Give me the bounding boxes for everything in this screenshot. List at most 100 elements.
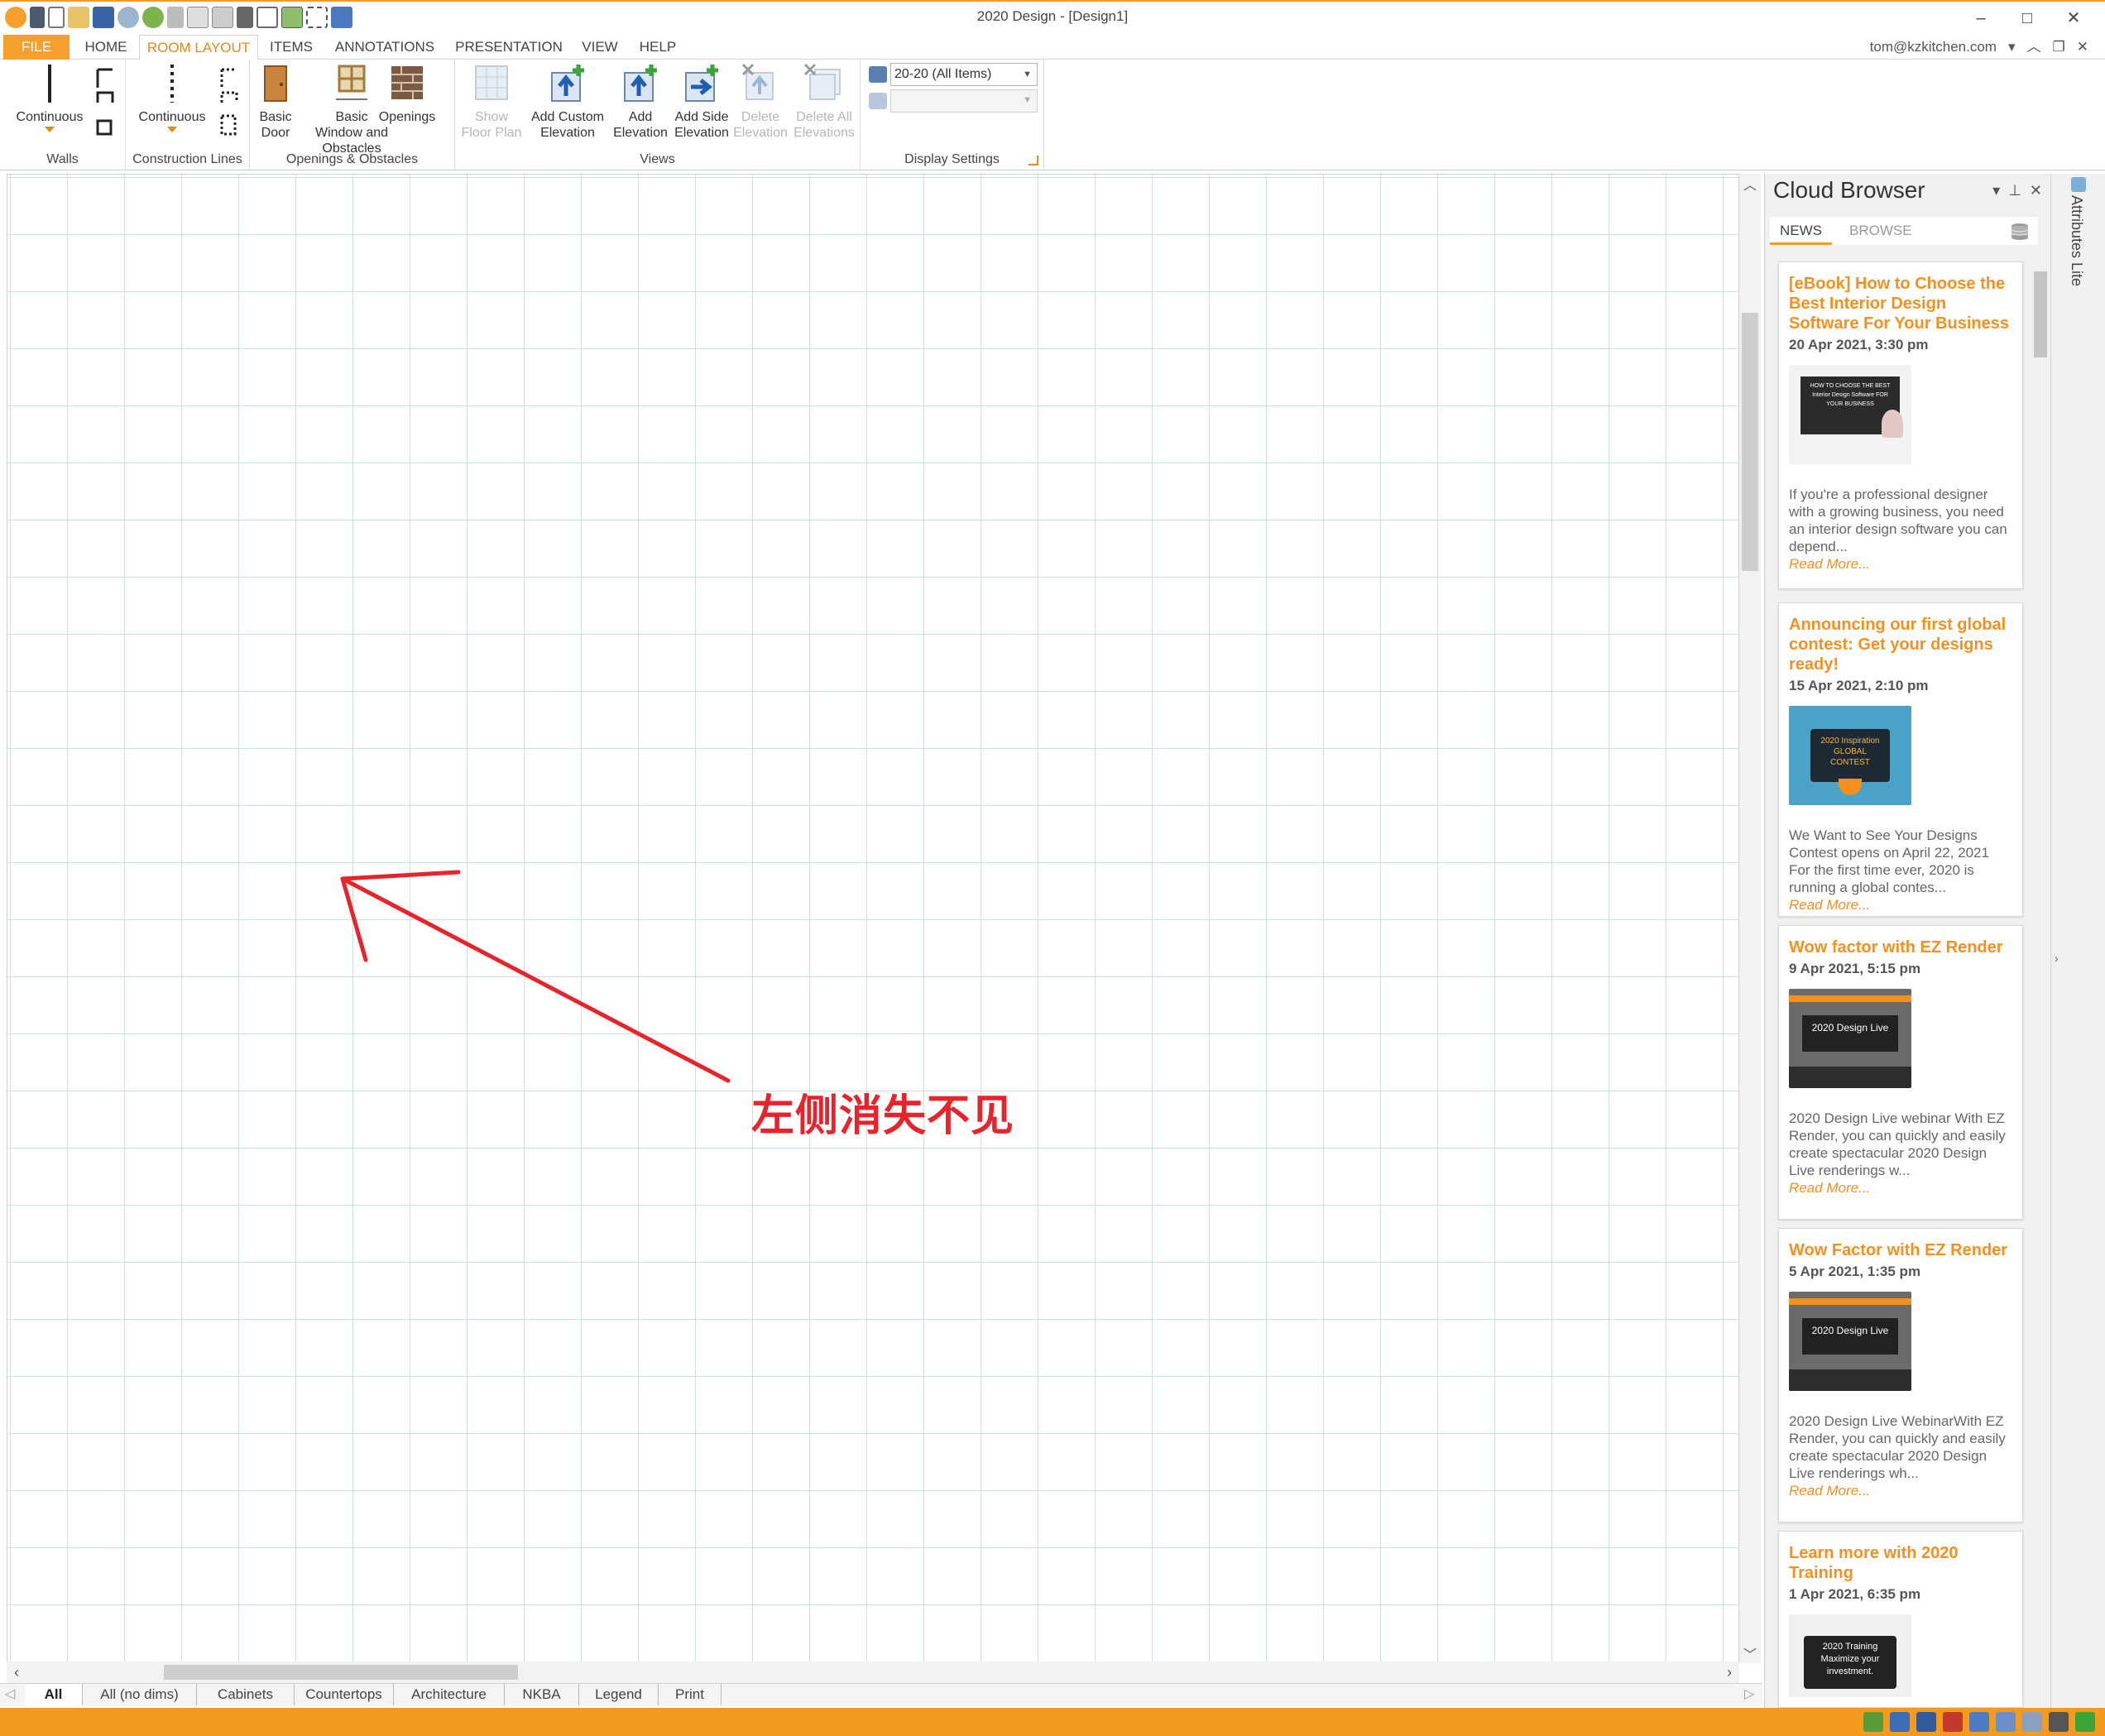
read-more-link[interactable]: Read More... [1789,555,2012,573]
add-side-elevation-icon [685,65,718,102]
basic-door-button[interactable]: Basic Door [255,63,296,141]
view-tab-all-no-dims[interactable]: All (no dims) [83,1684,197,1705]
news-card[interactable]: [eBook] How to Choose the Best Interior … [1778,261,2023,589]
add-side-elevation-button[interactable]: Add Side Elevation [670,63,733,141]
chevron-down-icon [167,127,177,132]
window-controls: – □ ✕ [1958,5,2097,31]
floor-plan-icon [475,65,508,100]
collapse-ribbon-icon[interactable]: ︿ [2027,35,2041,59]
openings-button[interactable]: Openings [366,63,448,125]
tab-items[interactable]: ITEMS [263,35,319,60]
grid-status-icon[interactable] [1890,1712,1910,1732]
panel-menu-icon[interactable]: ▾ [1992,182,2000,199]
tabs-scroll-left-icon[interactable]: ◁ [5,1686,15,1702]
news-thumbnail[interactable]: 2020 Inspiration GLOBAL CONTEST [1789,706,1911,805]
banner-stripe [1789,995,1911,1002]
news-title[interactable]: Learn more with 2020 Training [1789,1543,2012,1583]
show-floor-plan-button[interactable]: Show Floor Plan [458,63,525,141]
annotation-text: 左侧消失不见 [751,1091,1015,1141]
construction-continuous-button[interactable]: Continuous [129,63,215,132]
news-title[interactable]: Wow factor with EZ Render [1789,938,2012,957]
news-card[interactable]: Learn more with 2020 Training 1 Apr 2021… [1778,1531,2023,1708]
walls-continuous-button[interactable]: Continuous [8,63,91,132]
view-tab-cabinets[interactable]: Cabinets [197,1684,295,1705]
horizontal-scroll-thumb[interactable] [164,1665,518,1680]
add-custom-elevation-button[interactable]: Add Custom Elevation [526,63,609,141]
horizontal-scrollbar[interactable]: ‹ › [7,1662,1739,1683]
vertical-scroll-thumb[interactable] [1742,313,1758,571]
news-card[interactable]: Wow factor with EZ Render 9 Apr 2021, 5:… [1778,925,2023,1220]
news-title[interactable]: Wow Factor with EZ Render [1789,1240,2012,1260]
news-thumbnail[interactable]: HOW TO CHOOSE THE BEST Interior Design S… [1789,365,1911,464]
brick-wall-icon [391,66,423,99]
news-title[interactable]: Announcing our first global contest: Get… [1789,615,2012,674]
pin-icon[interactable]: ⊥ [2008,182,2021,199]
group-views-label: Views [640,152,675,166]
tab-view[interactable]: VIEW [576,35,624,60]
view-tab-countertops[interactable]: Countertops [295,1684,394,1705]
expand-panel-icon[interactable]: › [2055,952,2059,965]
attributes-lite-strip[interactable]: Attributes Lite › [2050,174,2105,1708]
account-email[interactable]: tom@kzkitchen.com [1870,35,1997,59]
vertical-scrollbar[interactable]: ︿ ﹀ [1739,174,1761,1663]
news-thumbnail[interactable]: 2020 Design Live [1789,1292,1911,1391]
flag-status-icon[interactable] [2075,1712,2095,1732]
tab-file[interactable]: FILE [3,35,70,60]
view-tab-nkba[interactable]: NKBA [505,1684,579,1705]
close-panel-icon[interactable]: ✕ [2030,182,2042,199]
floor-plan-canvas[interactable] [7,174,1739,1663]
delete-all-elevations-button[interactable]: Delete All Elevations [789,63,859,141]
display-settings-select[interactable]: 20-20 (All Items) ▼ [890,63,1038,86]
close-button[interactable]: ✕ [2050,5,2097,31]
database-icon[interactable] [2010,222,2030,242]
snap-status-icon[interactable] [1916,1712,1936,1732]
scroll-down-icon[interactable]: ﹀ [1739,1643,1761,1663]
plan-status-icon[interactable] [1969,1712,1989,1732]
tab-news[interactable]: NEWS [1770,217,1832,245]
attributes-icon[interactable] [2071,177,2086,192]
tab-presentation[interactable]: PRESENTATION [453,35,564,60]
dialog-launcher-icon[interactable] [1029,156,1038,165]
read-more-link[interactable]: Read More... [1789,1179,2012,1196]
attributes-lite-label[interactable]: Attributes Lite [2068,195,2085,286]
account-dropdown-icon[interactable]: ▾ [2008,35,2016,59]
layers-status-icon[interactable] [1863,1712,1883,1732]
news-thumbnail[interactable]: 2020 Design Live [1789,989,1911,1088]
tab-help[interactable]: HELP [634,35,682,60]
read-more-link[interactable]: Read More... [1789,1482,2012,1499]
tab-room-layout[interactable]: ROOM LAYOUT [139,35,258,60]
secondary-select-disabled[interactable]: ▼ [890,89,1038,113]
view-tab-print[interactable]: Print [659,1684,722,1705]
close-doc-icon[interactable]: ✕ [2077,35,2088,59]
tab-annotations[interactable]: ANNOTATIONS [329,35,440,60]
dotted-segments-icon[interactable] [218,66,242,141]
tools-status-icon[interactable] [2022,1712,2042,1732]
tab-browse[interactable]: BROWSE [1839,217,1922,245]
news-card[interactable]: Wow Factor with EZ Render 5 Apr 2021, 1:… [1778,1228,2023,1523]
view-tab-legend[interactable]: Legend [579,1684,659,1705]
cloud-browser-tabs: NEWS BROWSE [1770,217,2038,245]
news-thumbnail[interactable]: 2020 Training Maximize your investment. [1789,1614,1911,1697]
delete-elevation-button[interactable]: Delete Elevation [731,63,789,141]
scroll-left-icon[interactable]: ‹ [7,1662,26,1683]
news-date: 15 Apr 2021, 2:10 pm [1789,678,1929,693]
view-tab-architecture[interactable]: Architecture [394,1684,505,1705]
minimize-button[interactable]: – [1958,5,2004,31]
news-title[interactable]: [eBook] How to Choose the Best Interior … [1789,274,2012,333]
add-elevation-button[interactable]: Add Elevation [609,63,672,141]
news-card[interactable]: Announcing our first global contest: Get… [1778,602,2023,917]
cloud-scroll-thumb[interactable] [2034,271,2047,357]
wall-segments-icon[interactable] [94,66,117,141]
read-more-link[interactable]: Read More... [1789,896,2012,914]
maximize-button[interactable]: □ [2004,5,2050,31]
tab-home[interactable]: HOME [76,35,136,60]
tabs-scroll-right-icon[interactable]: ▷ [1744,1686,1754,1702]
cloud-browser-scrollbar[interactable] [2032,255,2047,1701]
scroll-up-icon[interactable]: ︿ [1739,174,1761,194]
restore-icon[interactable]: ❐ [2053,35,2065,59]
camera-status-icon[interactable] [2049,1712,2069,1732]
view-tab-all[interactable]: All [25,1684,83,1705]
crosshair-status-icon[interactable] [1996,1712,2016,1732]
scroll-right-icon[interactable]: › [1719,1662,1739,1683]
dimension-status-icon[interactable] [1943,1712,1963,1732]
